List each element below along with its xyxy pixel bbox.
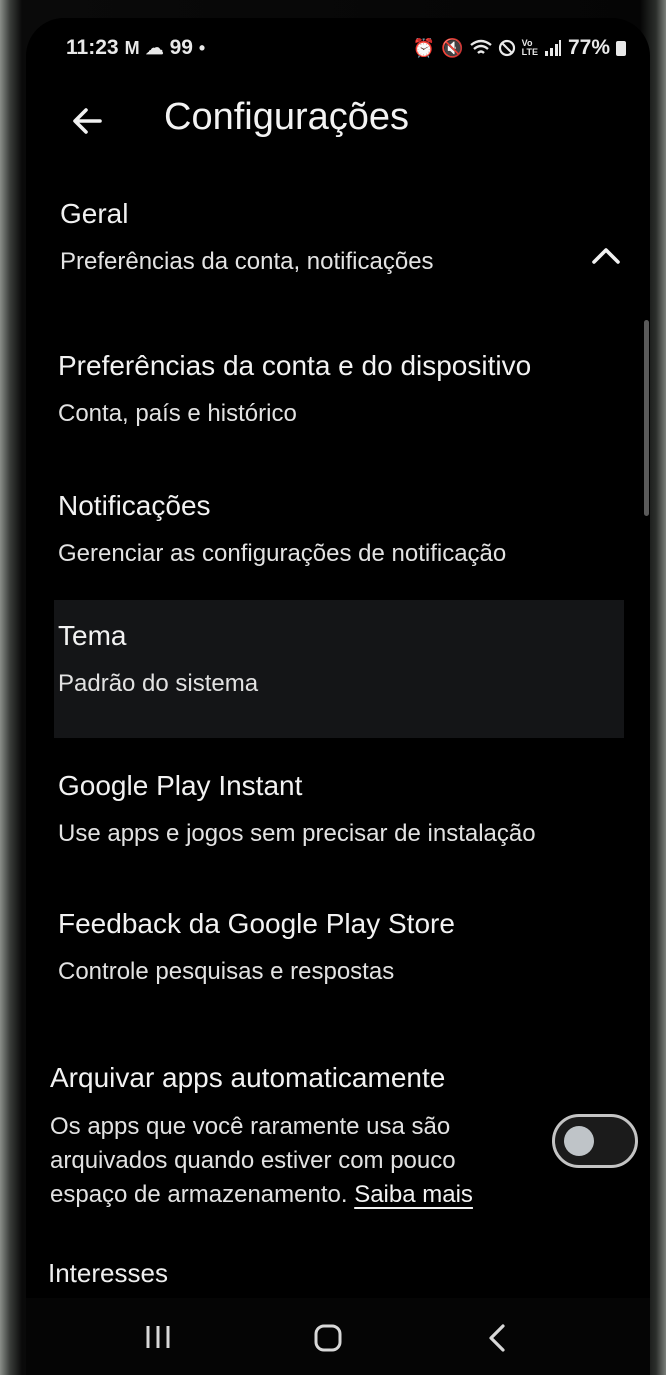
- signal-icon: [544, 40, 561, 56]
- chevron-up-icon: [592, 248, 620, 264]
- home-icon: [314, 1324, 342, 1352]
- notification-count: 99: [169, 36, 193, 59]
- do-not-disturb-icon: [498, 39, 515, 57]
- section-interests[interactable]: Interesses: [48, 1258, 168, 1289]
- settings-item-account-preferences[interactable]: Preferências da conta e do dispositivo C…: [54, 330, 624, 460]
- settings-item-notifications[interactable]: Notificações Gerenciar as configurações …: [54, 470, 624, 600]
- item-subtitle: Padrão do sistema: [58, 670, 259, 697]
- cloud-icon: ☁: [145, 37, 164, 58]
- settings-item-feedback[interactable]: Feedback da Google Play Store Controle p…: [54, 888, 624, 1018]
- screen: 11:23 M ☁ 99 • ⏰ 🔇 Vo LTE 77% Configuraç…: [26, 18, 650, 1375]
- settings-item-auto-archive[interactable]: Arquivar apps automaticamente Os apps qu…: [50, 1042, 638, 1222]
- system-nav-bar: [26, 1298, 650, 1375]
- battery-icon: [616, 40, 626, 56]
- app-bar: Configurações: [66, 90, 626, 150]
- toggle-knob: [564, 1126, 594, 1156]
- item-title: Tema: [58, 620, 127, 651]
- item-subtitle: Gerenciar as configurações de notificaçã…: [58, 540, 507, 567]
- auto-archive-toggle[interactable]: [552, 1114, 638, 1168]
- battery-percent: 77%: [567, 36, 610, 59]
- settings-item-theme[interactable]: Tema Padrão do sistema: [54, 600, 624, 738]
- settings-item-google-play-instant[interactable]: Google Play Instant Use apps e jogos sem…: [54, 750, 624, 880]
- item-title: Feedback da Google Play Store: [58, 908, 455, 939]
- gmail-icon: M: [124, 37, 140, 58]
- dot-icon: •: [198, 37, 206, 58]
- chevron-left-icon: [489, 1324, 505, 1352]
- item-title: Preferências da conta e do dispositivo: [58, 350, 532, 381]
- item-title: Notificações: [58, 490, 211, 521]
- learn-more-link[interactable]: Saiba mais: [354, 1181, 473, 1208]
- wifi-icon: [469, 39, 492, 54]
- archive-description: Os apps que você raramente usa são arqui…: [50, 1110, 490, 1212]
- collapse-button[interactable]: [586, 236, 626, 276]
- section-title: Geral: [60, 198, 129, 229]
- scrollbar[interactable]: [644, 320, 649, 516]
- back-button[interactable]: [66, 98, 112, 144]
- item-subtitle: Use apps e jogos sem precisar de instala…: [58, 820, 536, 847]
- status-time: 11:23: [66, 36, 119, 59]
- page-title: Configurações: [164, 96, 410, 138]
- home-button[interactable]: [304, 1314, 352, 1362]
- status-bar: 11:23 M ☁ 99 • ⏰ 🔇 Vo LTE 77%: [66, 36, 626, 66]
- system-back-button[interactable]: [474, 1314, 522, 1362]
- item-title: Google Play Instant: [58, 770, 303, 801]
- archive-title: Arquivar apps automaticamente: [50, 1062, 446, 1093]
- recent-apps-icon: [146, 1326, 170, 1348]
- mute-icon: 🔇: [441, 37, 464, 58]
- alarm-icon: ⏰: [412, 37, 436, 58]
- volte-icon: Vo LTE: [521, 38, 538, 57]
- phone-bezel: 11:23 M ☁ 99 • ⏰ 🔇 Vo LTE 77% Configuraç…: [0, 0, 666, 1375]
- recent-apps-button[interactable]: [134, 1314, 182, 1362]
- section-general[interactable]: Geral Preferências da conta, notificaçõe…: [60, 198, 640, 298]
- section-subtitle: Preferências da conta, notificações: [60, 248, 434, 275]
- arrow-left-icon: [73, 108, 102, 134]
- item-subtitle: Controle pesquisas e respostas: [58, 958, 395, 985]
- item-subtitle: Conta, país e histórico: [58, 400, 297, 427]
